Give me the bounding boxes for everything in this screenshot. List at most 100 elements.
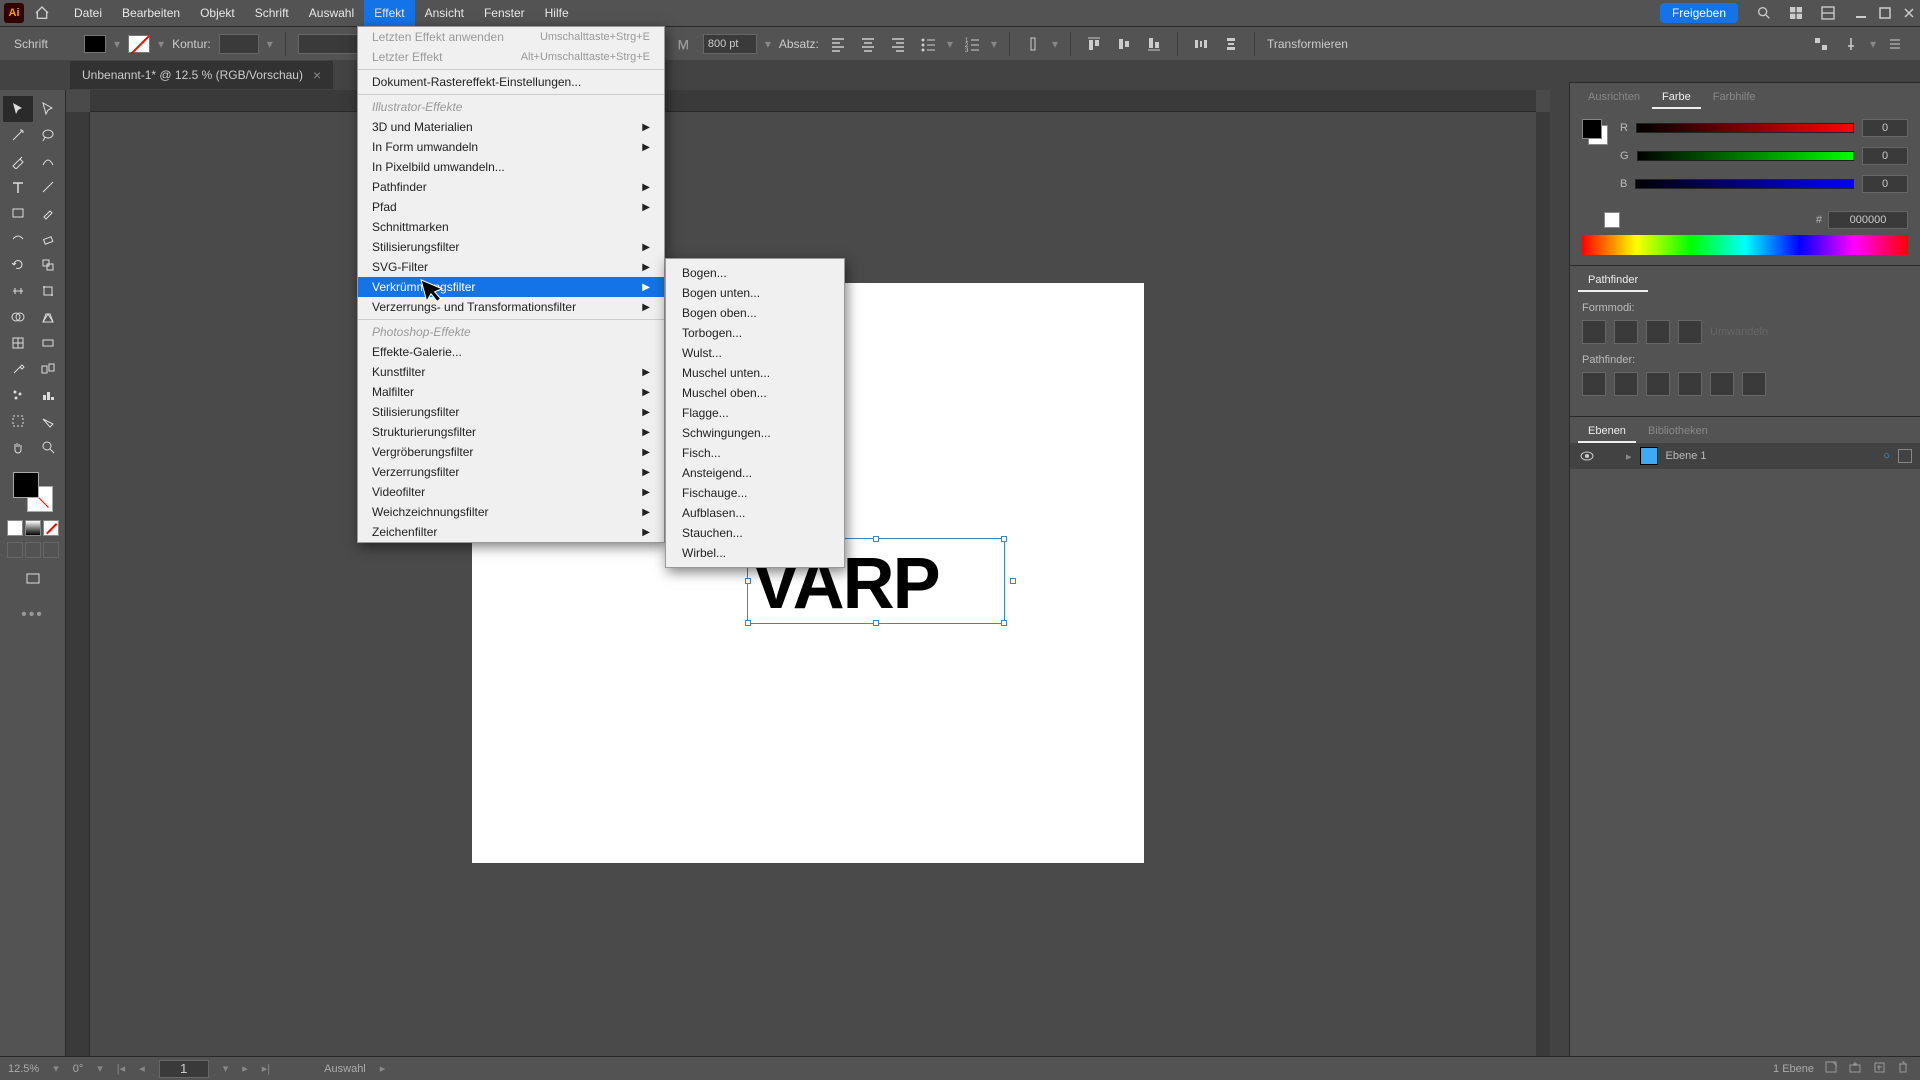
- document-tab[interactable]: Unbenannt-1* @ 12.5 % (RGB/Vorschau) ×: [70, 61, 333, 89]
- gradient-tool[interactable]: [33, 330, 63, 356]
- rectangle-tool[interactable]: [3, 200, 33, 226]
- layer-name[interactable]: Ebene 1: [1666, 450, 1707, 462]
- menu-ansicht[interactable]: Ansicht: [415, 0, 474, 26]
- submenu-item[interactable]: Wirbel...: [666, 543, 844, 563]
- delete-layer-icon[interactable]: [1896, 1060, 1910, 1077]
- width-tool[interactable]: [3, 278, 33, 304]
- fill-stroke-indicator[interactable]: [13, 472, 53, 512]
- font-size-input[interactable]: [703, 34, 757, 54]
- share-button[interactable]: Freigeben: [1660, 3, 1738, 23]
- fill-swatch[interactable]: [84, 35, 106, 53]
- new-layer-icon[interactable]: [1872, 1060, 1886, 1077]
- menu-item[interactable]: Vergröberungsfilter▶: [358, 442, 664, 462]
- menu-item[interactable]: 3D und Materialien▶: [358, 117, 664, 137]
- graph-tool[interactable]: [33, 382, 63, 408]
- zoom-display[interactable]: 12.5%: [8, 1063, 39, 1075]
- pen-tool[interactable]: [3, 148, 33, 174]
- panel-tab[interactable]: Bibliotheken: [1638, 421, 1718, 443]
- submenu-item[interactable]: Ansteigend...: [666, 463, 844, 483]
- home-icon[interactable]: [32, 3, 52, 23]
- mesh-tool[interactable]: [3, 330, 33, 356]
- isolate-icon[interactable]: [1810, 33, 1832, 55]
- divide-icon[interactable]: [1582, 372, 1606, 396]
- vertical-text-icon[interactable]: [1022, 33, 1044, 55]
- free-transform-tool[interactable]: [33, 278, 63, 304]
- b-slider[interactable]: [1635, 179, 1854, 189]
- shape-builder-tool[interactable]: [3, 304, 33, 330]
- trim-icon[interactable]: [1614, 372, 1638, 396]
- symbol-sprayer-tool[interactable]: [3, 382, 33, 408]
- align-top-icon[interactable]: [1083, 33, 1105, 55]
- selection-tool[interactable]: [3, 96, 33, 122]
- merge-icon[interactable]: [1646, 372, 1670, 396]
- new-sublayer-icon[interactable]: [1848, 1060, 1862, 1077]
- angle-display[interactable]: 0°: [73, 1063, 84, 1075]
- direct-selection-tool[interactable]: [33, 96, 63, 122]
- close-icon[interactable]: [1902, 6, 1916, 20]
- type-tool[interactable]: [3, 174, 33, 200]
- menu-datei[interactable]: Datei: [64, 0, 112, 26]
- gradient-mode-icon[interactable]: [25, 520, 41, 536]
- artboard-tool[interactable]: [3, 408, 33, 434]
- line-tool[interactable]: [33, 174, 63, 200]
- menu-hilfe[interactable]: Hilfe: [535, 0, 579, 26]
- tab-close-icon[interactable]: ×: [313, 67, 321, 83]
- submenu-item[interactable]: Fisch...: [666, 443, 844, 463]
- panel-menu-icon[interactable]: [1884, 33, 1906, 55]
- menu-item[interactable]: Effekte-Galerie...: [358, 342, 664, 362]
- screen-mode-icon[interactable]: [18, 566, 48, 592]
- unite-icon[interactable]: [1582, 320, 1606, 344]
- exclude-icon[interactable]: [1678, 320, 1702, 344]
- draw-inside-icon[interactable]: [43, 542, 59, 558]
- menu-raster-settings[interactable]: Dokument-Rastereffekt-Einstellungen...: [358, 72, 664, 92]
- blend-tool[interactable]: [33, 356, 63, 382]
- menu-item[interactable]: Pathfinder▶: [358, 177, 664, 197]
- align-bottom-icon[interactable]: [1143, 33, 1165, 55]
- none-mode-icon[interactable]: [43, 520, 59, 536]
- visibility-icon[interactable]: [1578, 447, 1596, 465]
- align-left-icon[interactable]: [827, 33, 849, 55]
- stroke-width-input[interactable]: [219, 34, 259, 54]
- menu-objekt[interactable]: Objekt: [190, 0, 245, 26]
- minus-back-icon[interactable]: [1742, 372, 1766, 396]
- artboard-nav-input[interactable]: [159, 1060, 209, 1078]
- layer-locate-icon[interactable]: [1824, 1060, 1838, 1077]
- submenu-item[interactable]: Fischauge...: [666, 483, 844, 503]
- menu-item[interactable]: In Pixelbild umwandeln...: [358, 157, 664, 177]
- draw-behind-icon[interactable]: [25, 542, 41, 558]
- eyedropper-tool[interactable]: [3, 356, 33, 382]
- lasso-tool[interactable]: [33, 122, 63, 148]
- maximize-icon[interactable]: [1878, 6, 1892, 20]
- color-mode-icon[interactable]: [7, 520, 23, 536]
- distribute-h-icon[interactable]: [1190, 33, 1212, 55]
- submenu-item[interactable]: Bogen oben...: [666, 303, 844, 323]
- g-input[interactable]: [1862, 147, 1908, 165]
- right-dock[interactable]: [1550, 82, 1570, 1056]
- arrange-icon[interactable]: [1784, 1, 1808, 25]
- minus-front-icon[interactable]: [1614, 320, 1638, 344]
- submenu-item[interactable]: Aufblasen...: [666, 503, 844, 523]
- perspective-tool[interactable]: [33, 304, 63, 330]
- menu-item[interactable]: Kunstfilter▶: [358, 362, 664, 382]
- rotate-tool[interactable]: [3, 252, 33, 278]
- menu-item[interactable]: Strukturierungsfilter▶: [358, 422, 664, 442]
- submenu-item[interactable]: Muschel oben...: [666, 383, 844, 403]
- list-bullet-icon[interactable]: [917, 33, 939, 55]
- submenu-item[interactable]: Bogen unten...: [666, 283, 844, 303]
- white-swatch[interactable]: [1604, 212, 1620, 228]
- menu-item[interactable]: Verzerrungsfilter▶: [358, 462, 664, 482]
- menu-item[interactable]: Stilisierungsfilter▶: [358, 237, 664, 257]
- pin-icon[interactable]: [1840, 33, 1862, 55]
- submenu-item[interactable]: Bogen...: [666, 263, 844, 283]
- menu-item[interactable]: Zeichenfilter▶: [358, 522, 664, 542]
- submenu-item[interactable]: Wulst...: [666, 343, 844, 363]
- panel-tab[interactable]: Farbe: [1652, 87, 1701, 109]
- r-slider[interactable]: [1636, 123, 1854, 133]
- none-swatch[interactable]: [1582, 212, 1598, 228]
- submenu-item[interactable]: Flagge...: [666, 403, 844, 423]
- curvature-tool[interactable]: [33, 148, 63, 174]
- transform-label[interactable]: Transformieren: [1267, 37, 1348, 51]
- menu-bearbeiten[interactable]: Bearbeiten: [112, 0, 190, 26]
- menu-item[interactable]: Schnittmarken: [358, 217, 664, 237]
- paintbrush-tool[interactable]: [33, 200, 63, 226]
